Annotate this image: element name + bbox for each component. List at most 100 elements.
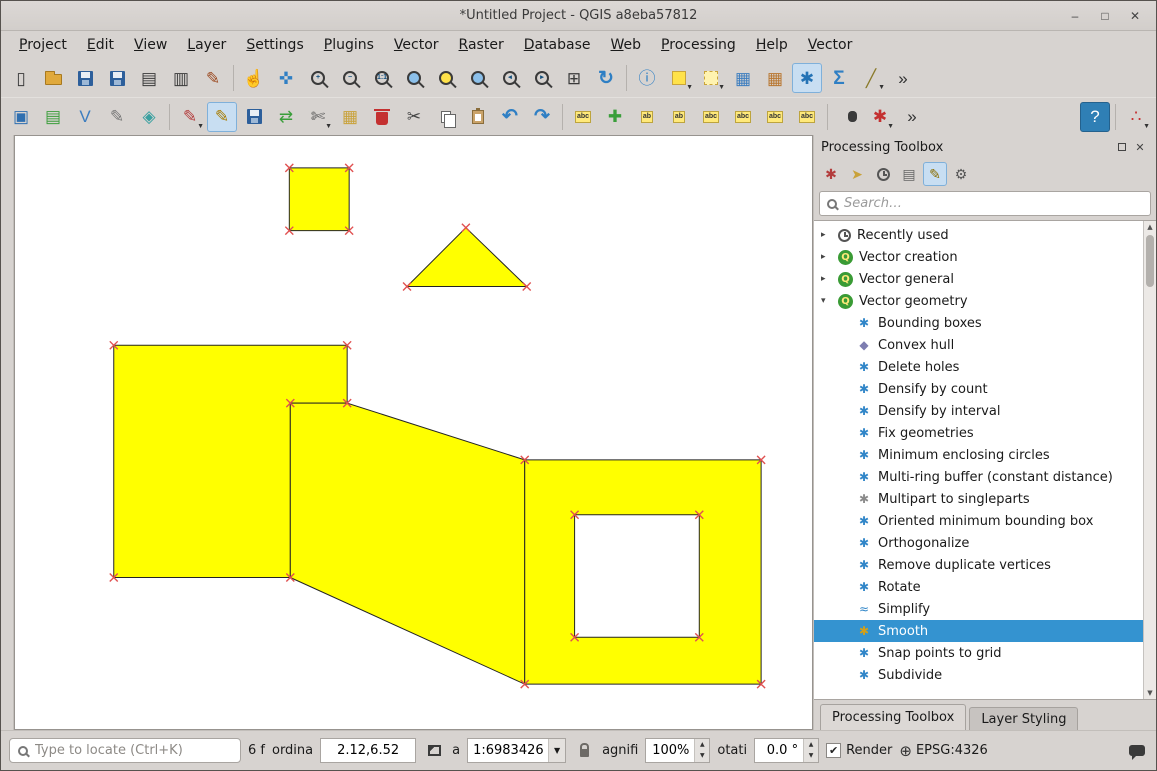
- move-feature-button[interactable]: ⇄: [271, 102, 301, 132]
- dropdown-arrow-icon[interactable]: ▼: [325, 123, 332, 130]
- zoom-out-button[interactable]: −: [335, 63, 365, 93]
- menu-item-vector[interactable]: Vector: [798, 34, 863, 56]
- save-layer-edits-button[interactable]: [239, 102, 269, 132]
- spin-down-icon[interactable]: ▼: [804, 750, 818, 761]
- tree-item-densify-by-count[interactable]: ✱Densify by count: [814, 378, 1142, 400]
- results-viewer-button[interactable]: ▤: [897, 162, 921, 186]
- render-checkbox[interactable]: ✔ Render: [826, 743, 892, 758]
- copy-features-button[interactable]: [431, 102, 461, 132]
- show-hide-labels-button[interactable]: abc: [696, 102, 726, 132]
- messages-button[interactable]: [1126, 738, 1148, 764]
- redo-button[interactable]: ↷: [527, 102, 557, 132]
- tree-item-bounding-boxes[interactable]: ✱Bounding boxes: [814, 312, 1142, 334]
- zoom-to-layer-button[interactable]: [463, 63, 493, 93]
- lock-scale-button[interactable]: [573, 738, 595, 764]
- zoom-native-button[interactable]: 1:1: [367, 63, 397, 93]
- new-map-view-button[interactable]: ⊞: [559, 63, 589, 93]
- undo-button[interactable]: ↶: [495, 102, 525, 132]
- maximize-button[interactable]: □: [1092, 6, 1118, 26]
- multi-edit-attributes-button[interactable]: ▦: [335, 102, 365, 132]
- select-features-button[interactable]: ▼: [664, 63, 694, 93]
- map-canvas[interactable]: [14, 135, 813, 730]
- tab-processing-toolbox[interactable]: Processing Toolbox: [820, 704, 966, 730]
- paste-features-button[interactable]: [463, 102, 493, 132]
- rotation-input[interactable]: [755, 739, 803, 762]
- square-with-hole-feature[interactable]: [525, 460, 761, 684]
- close-button[interactable]: ✕: [1122, 6, 1148, 26]
- menu-item-database[interactable]: Database: [514, 34, 601, 56]
- minimize-button[interactable]: –: [1062, 6, 1088, 26]
- new-shapefile-layer-button[interactable]: ✎: [102, 102, 132, 132]
- menu-item-plugins[interactable]: Plugins: [314, 34, 384, 56]
- toggle-editing-button[interactable]: ✎: [207, 102, 237, 132]
- extents-toggle-button[interactable]: [423, 738, 445, 764]
- tree-item-multipart-to-singleparts[interactable]: ✱Multipart to singleparts: [814, 488, 1142, 510]
- split-features-button[interactable]: ✄▼: [303, 102, 333, 132]
- collapse-arrow-icon[interactable]: ▾: [821, 296, 832, 306]
- tree-item-remove-duplicate-vertices[interactable]: ✱Remove duplicate vertices: [814, 554, 1142, 576]
- coordinate-input[interactable]: [320, 738, 416, 763]
- open-project-button[interactable]: [38, 63, 68, 93]
- menu-item-help[interactable]: Help: [746, 34, 798, 56]
- cut-features-button[interactable]: ✂: [399, 102, 429, 132]
- triangle-feature[interactable]: [407, 228, 527, 287]
- geometry-checker-button[interactable]: ✱▼: [865, 102, 895, 132]
- pan-map-button[interactable]: ☝: [239, 63, 269, 93]
- scripts-button[interactable]: ➤: [845, 162, 869, 186]
- spin-up-icon[interactable]: ▲: [804, 739, 818, 750]
- tree-item-minimum-enclosing-circles[interactable]: ✱Minimum enclosing circles: [814, 444, 1142, 466]
- toolbar-overflow-button[interactable]: »: [888, 63, 918, 93]
- locate-input[interactable]: [35, 743, 232, 758]
- menu-item-vector[interactable]: Vector: [384, 34, 449, 56]
- tree-item-fix-geometries[interactable]: ✱Fix geometries: [814, 422, 1142, 444]
- menu-item-view[interactable]: View: [124, 34, 177, 56]
- scroll-down-icon[interactable]: ▼: [1144, 687, 1156, 699]
- pin-labels-button[interactable]: ab: [664, 102, 694, 132]
- crs-indicator[interactable]: ⊕ EPSG:4326: [899, 742, 987, 760]
- help-button[interactable]: ?: [1080, 102, 1110, 132]
- dropdown-arrow-icon[interactable]: ▼: [197, 123, 204, 130]
- metasearch-button[interactable]: [833, 102, 863, 132]
- spin-up-icon[interactable]: ▲: [695, 739, 709, 750]
- save-project-as-button[interactable]: [102, 63, 132, 93]
- data-source-manager-button[interactable]: ▣: [6, 102, 36, 132]
- rotate-label-button[interactable]: abc: [760, 102, 790, 132]
- menu-item-processing[interactable]: Processing: [651, 34, 746, 56]
- highlight-pinned-labels-button[interactable]: ab: [632, 102, 662, 132]
- new-virtual-layer-button[interactable]: V: [70, 102, 100, 132]
- locate-box[interactable]: [9, 738, 241, 763]
- tree-item-vector-geometry[interactable]: ▾QVector geometry: [814, 290, 1142, 312]
- menu-item-web[interactable]: Web: [601, 34, 652, 56]
- menu-item-raster[interactable]: Raster: [449, 34, 514, 56]
- menu-item-edit[interactable]: Edit: [77, 34, 124, 56]
- tree-item-convex-hull[interactable]: ◆Convex hull: [814, 334, 1142, 356]
- processing-toolbox-button[interactable]: ✱: [792, 63, 822, 93]
- rotation-spinbox[interactable]: ▲▼: [754, 738, 819, 763]
- magnifier-input[interactable]: [646, 739, 694, 762]
- close-panel-button[interactable]: ✕: [1131, 138, 1149, 156]
- deselect-features-button[interactable]: ▼: [696, 63, 726, 93]
- spin-down-icon[interactable]: ▼: [695, 750, 709, 761]
- menu-item-project[interactable]: Project: [9, 34, 77, 56]
- options-button[interactable]: ⚙: [949, 162, 973, 186]
- dropdown-arrow-icon[interactable]: ▼: [718, 84, 725, 91]
- delete-selected-button[interactable]: [367, 102, 397, 132]
- dropdown-arrow-icon[interactable]: ▼: [686, 84, 693, 91]
- tree-item-vector-general[interactable]: ▸QVector general: [814, 268, 1142, 290]
- tree-item-subdivide[interactable]: ✱Subdivide: [814, 664, 1142, 686]
- tree-item-multi-ring-buffer-constant-distance[interactable]: ✱Multi-ring buffer (constant distance): [814, 466, 1142, 488]
- models-button[interactable]: ✱: [819, 162, 843, 186]
- statistical-summary-button[interactable]: Σ: [824, 63, 854, 93]
- scroll-up-icon[interactable]: ▲: [1144, 221, 1156, 233]
- layer-labeling-button[interactable]: abc: [568, 102, 598, 132]
- dropdown-arrow-icon[interactable]: ▼: [548, 739, 565, 762]
- tree-item-oriented-minimum-bounding-box[interactable]: ✱Oriented minimum bounding box: [814, 510, 1142, 532]
- float-panel-button[interactable]: [1113, 138, 1131, 156]
- tree-item-recently-used[interactable]: ▸Recently used: [814, 224, 1142, 246]
- dropdown-arrow-icon[interactable]: ▼: [1143, 123, 1150, 130]
- titlebar[interactable]: *Untitled Project - QGIS a8eba57812 –□✕: [1, 1, 1156, 31]
- magnifier-spinbox[interactable]: ▲▼: [645, 738, 710, 763]
- menu-item-layer[interactable]: Layer: [177, 34, 236, 56]
- vertex-tool-button[interactable]: ∴▼: [1121, 102, 1151, 132]
- zoom-last-button[interactable]: ◂: [495, 63, 525, 93]
